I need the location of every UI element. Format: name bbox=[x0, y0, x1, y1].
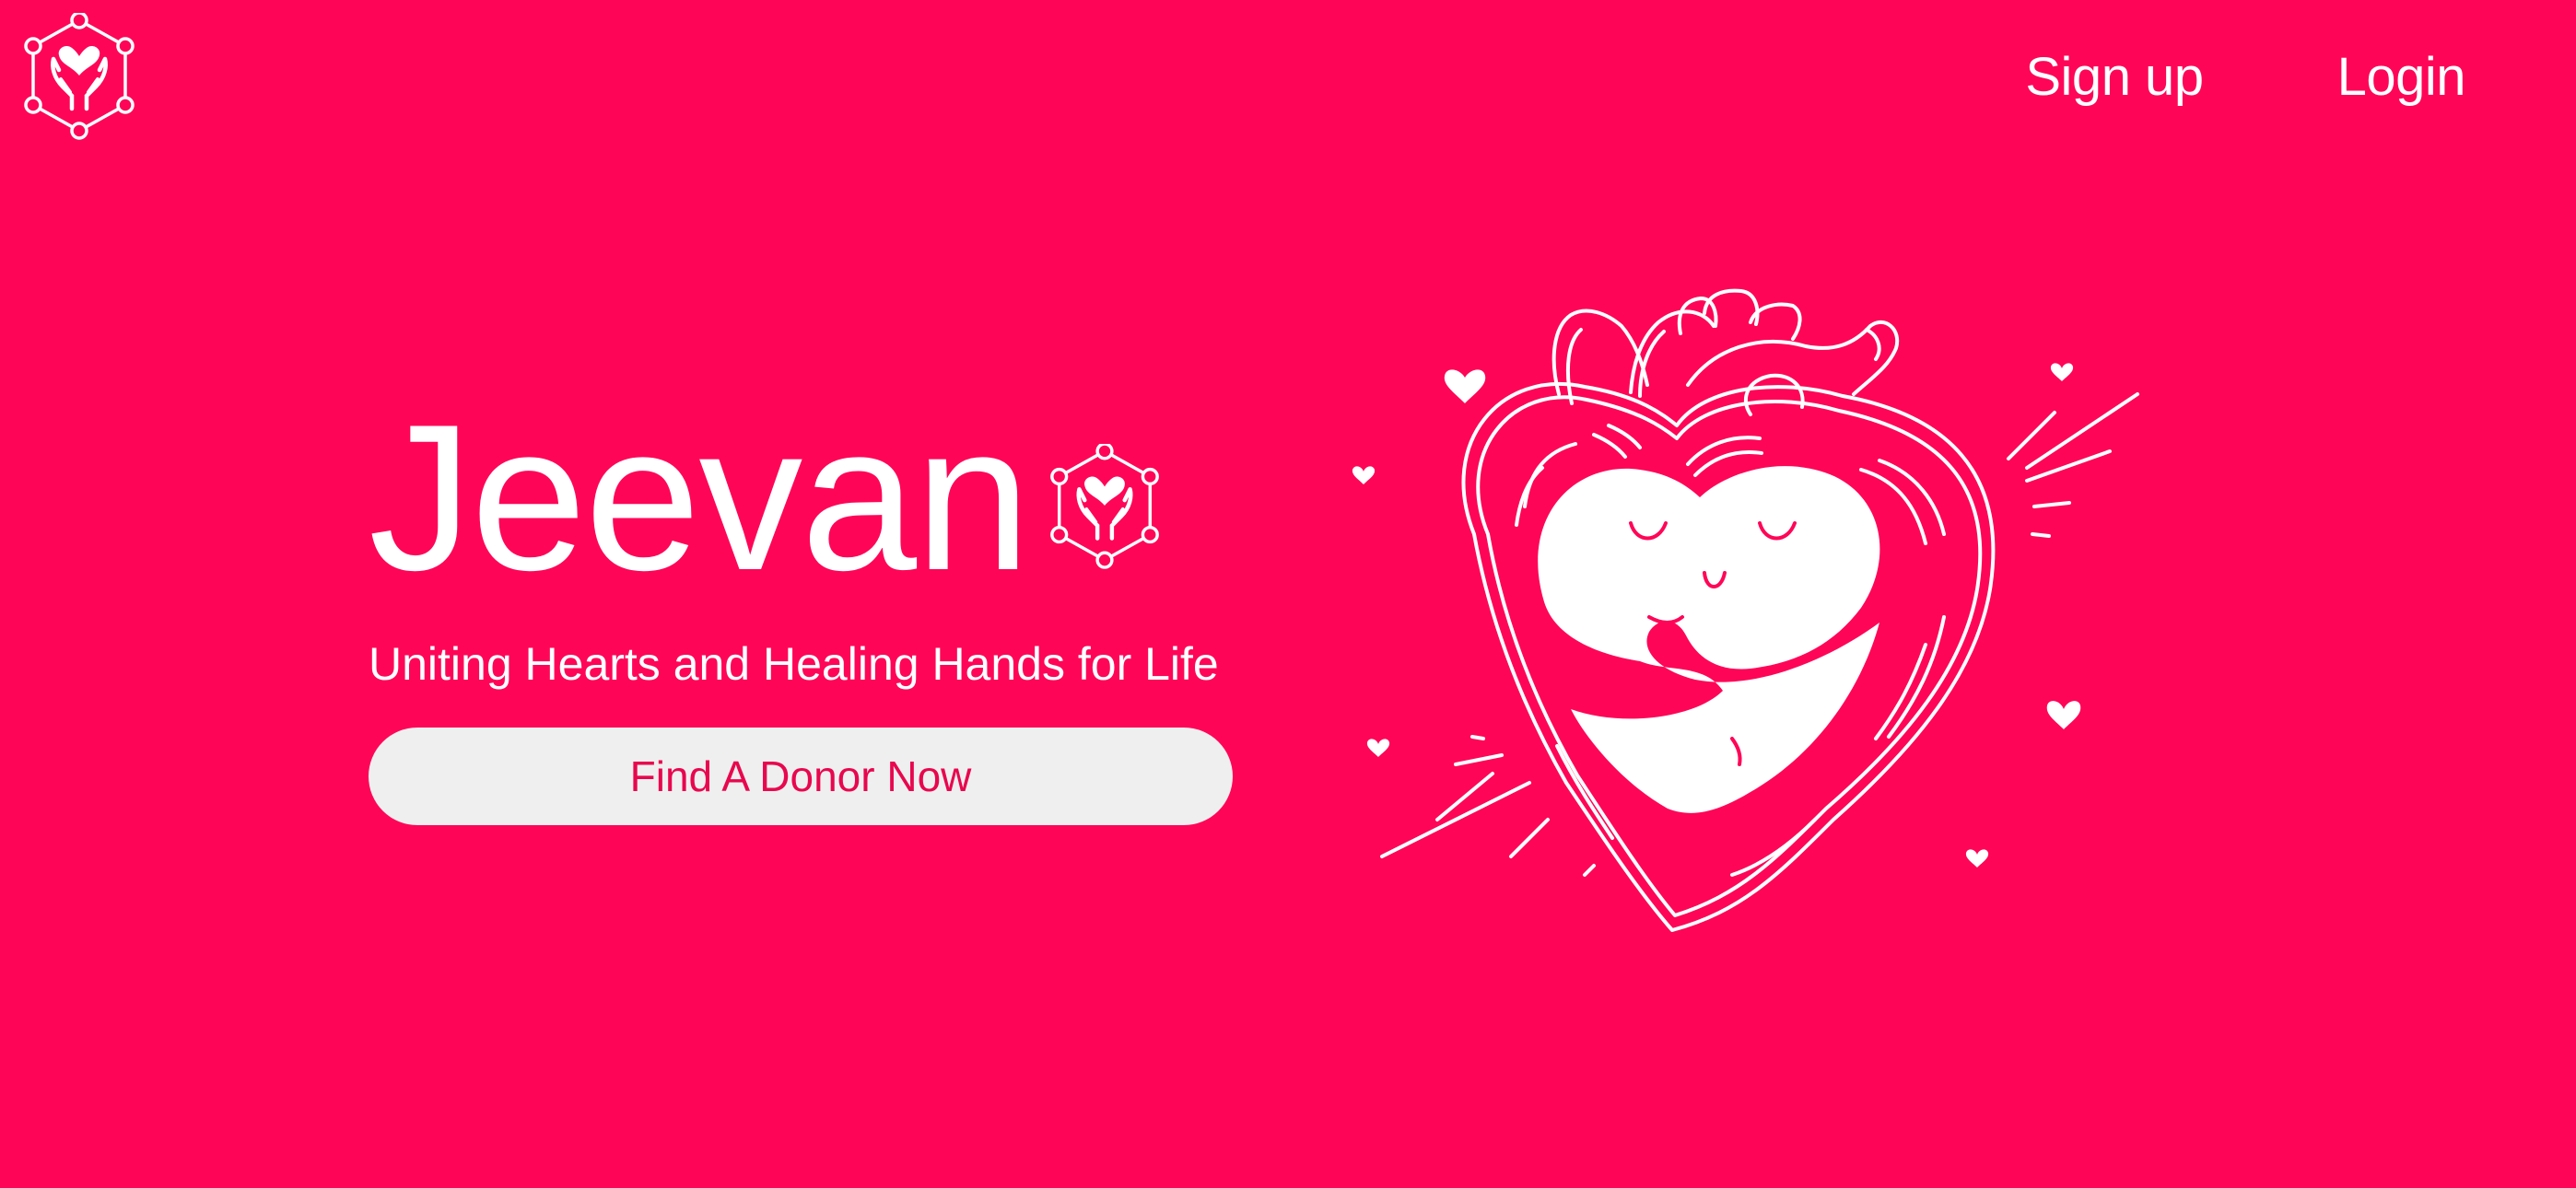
logo-icon[interactable] bbox=[20, 13, 138, 142]
brand-name: Jeevan bbox=[369, 380, 1031, 613]
brand-row: Jeevan bbox=[369, 380, 1235, 613]
hero-section: Jeevan Uniting Hearts and Healing Hands … bbox=[369, 380, 1235, 825]
hugging-heart-illustration bbox=[1352, 288, 2139, 932]
find-donor-button[interactable]: Find A Donor Now bbox=[369, 728, 1233, 825]
login-link[interactable]: Login bbox=[2337, 44, 2466, 111]
signup-link[interactable]: Sign up bbox=[2025, 44, 2204, 111]
hands-heart-network-icon bbox=[1049, 444, 1159, 569]
tagline: Uniting Hearts and Healing Hands for Lif… bbox=[369, 638, 1219, 690]
top-nav: Sign up Login bbox=[2025, 44, 2465, 111]
